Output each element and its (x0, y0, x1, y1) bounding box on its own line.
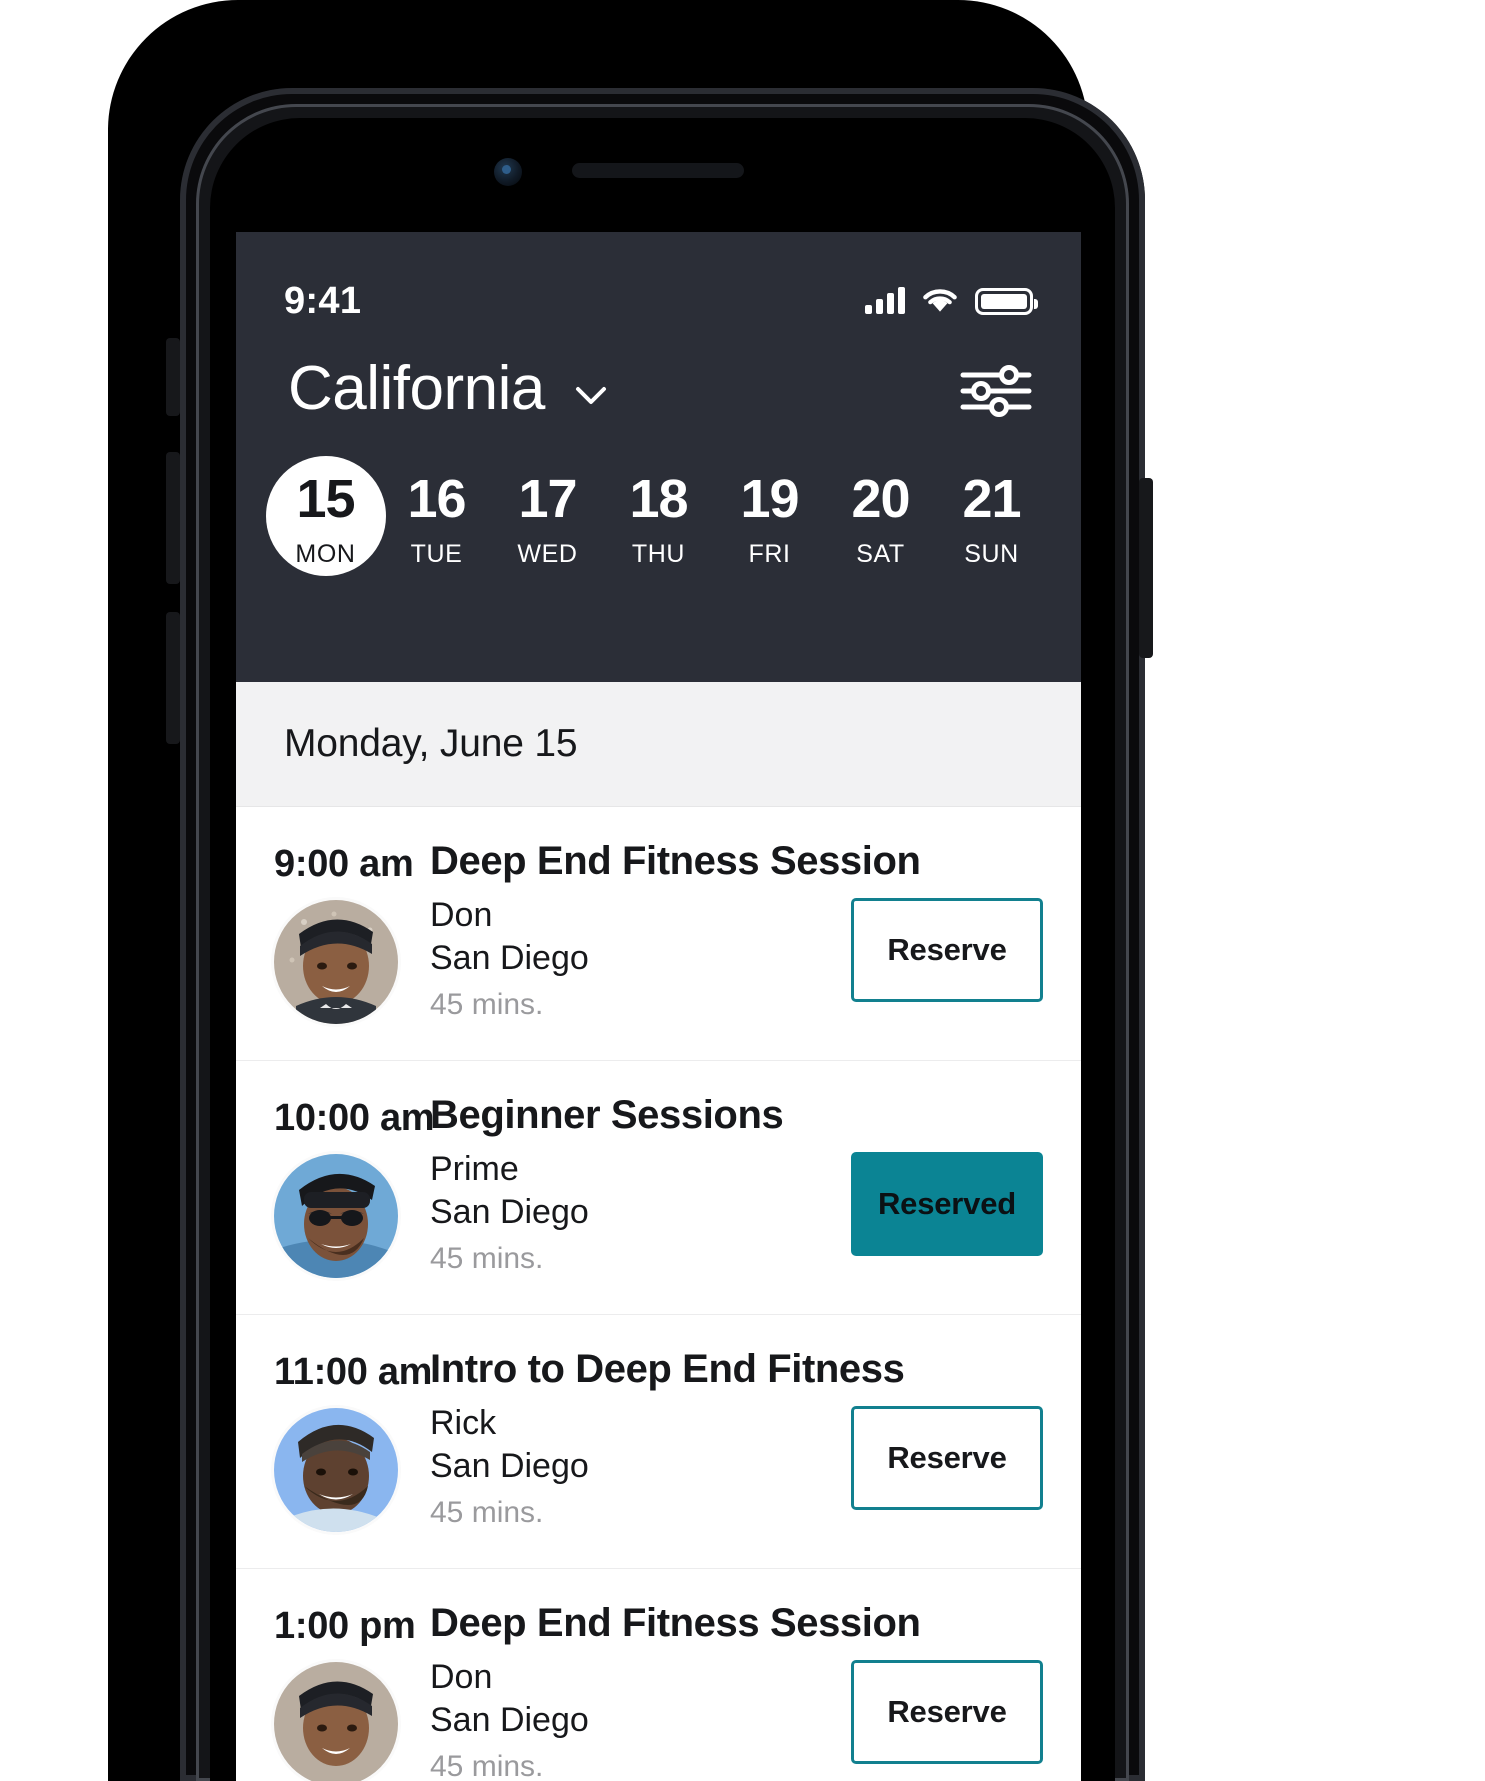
date-number: 21 (962, 469, 1021, 529)
status-bar: 9:41 (236, 232, 1081, 328)
volume-up-button[interactable] (166, 452, 180, 584)
table-row[interactable]: 9:00 am Deep End Fitness Session Don San… (236, 807, 1081, 1061)
date-weekday: TUE (410, 540, 463, 568)
date-chip-20[interactable]: 20 SAT (825, 456, 936, 567)
date-chip-15[interactable]: 15 MON (265, 456, 386, 576)
front-camera-icon (494, 158, 522, 186)
session-list: 9:00 am Deep End Fitness Session Don San… (236, 807, 1081, 1781)
location-label: California (288, 354, 545, 423)
reserved-button[interactable]: Reserved (851, 1152, 1043, 1256)
reserve-button[interactable]: Reserve (851, 1660, 1043, 1764)
avatar (274, 1154, 398, 1278)
cellular-signal-icon (865, 287, 905, 314)
session-title: Intro to Deep End Fitness (430, 1347, 905, 1391)
mute-switch[interactable] (166, 338, 180, 416)
session-title: Deep End Fitness Session (430, 1601, 921, 1645)
earpiece-speaker (572, 163, 744, 178)
date-number: 17 (518, 469, 577, 529)
date-number: 19 (740, 469, 799, 529)
selected-date-header: Monday, June 15 (236, 682, 1081, 807)
selected-date-label: Monday, June 15 (284, 722, 578, 765)
date-weekday: THU (631, 540, 686, 568)
date-chip-21[interactable]: 21 SUN (936, 456, 1047, 567)
avatar (274, 1662, 398, 1781)
date-number: 18 (629, 469, 688, 529)
wifi-icon (923, 288, 957, 314)
date-weekday: FRI (748, 540, 791, 568)
date-number: 15 (296, 469, 355, 529)
session-title: Beginner Sessions (430, 1093, 784, 1137)
table-row[interactable]: 11:00 am Intro to Deep End Fitness Rick … (236, 1315, 1081, 1569)
date-weekday: SUN (964, 540, 1019, 568)
status-bar-icons (865, 287, 1038, 315)
screenshot-stage: 9:41 California 15 MON 16 TUE 17 WED 18 … (0, 0, 1485, 1781)
date-chip-18[interactable]: 18 THU (603, 456, 714, 567)
battery-full-icon (975, 287, 1038, 315)
power-button[interactable] (1139, 478, 1153, 658)
date-weekday: WED (517, 540, 578, 568)
location-row: California (236, 328, 1081, 420)
date-number: 16 (407, 469, 466, 529)
date-strip: 15 MON 16 TUE 17 WED 18 THU 19 FRI 20 SA… (236, 420, 1081, 576)
avatar (274, 900, 398, 1024)
date-weekday: SAT (856, 540, 905, 568)
reserve-button[interactable]: Reserve (851, 898, 1043, 1002)
phone-screen: 9:41 California 15 MON 16 TUE 17 WED 18 … (236, 232, 1081, 1781)
avatar (274, 1408, 398, 1532)
date-chip-19[interactable]: 19 FRI (714, 456, 825, 567)
location-selector[interactable]: California (288, 358, 611, 420)
filter-sliders-icon[interactable] (959, 363, 1033, 419)
date-number: 20 (851, 469, 910, 529)
status-bar-time: 9:41 (284, 279, 362, 322)
app-header: 9:41 California 15 MON 16 TUE 17 WED 18 … (236, 232, 1081, 682)
table-row[interactable]: 1:00 pm Deep End Fitness Session Don San… (236, 1569, 1081, 1781)
chevron-down-icon (571, 375, 611, 415)
date-chip-17[interactable]: 17 WED (492, 456, 603, 567)
reserve-button[interactable]: Reserve (851, 1406, 1043, 1510)
volume-down-button[interactable] (166, 612, 180, 744)
table-row[interactable]: 10:00 am Beginner Sessions Prime San Die… (236, 1061, 1081, 1315)
session-title: Deep End Fitness Session (430, 839, 921, 883)
date-chip-16[interactable]: 16 TUE (381, 456, 492, 567)
date-weekday: MON (295, 540, 356, 568)
